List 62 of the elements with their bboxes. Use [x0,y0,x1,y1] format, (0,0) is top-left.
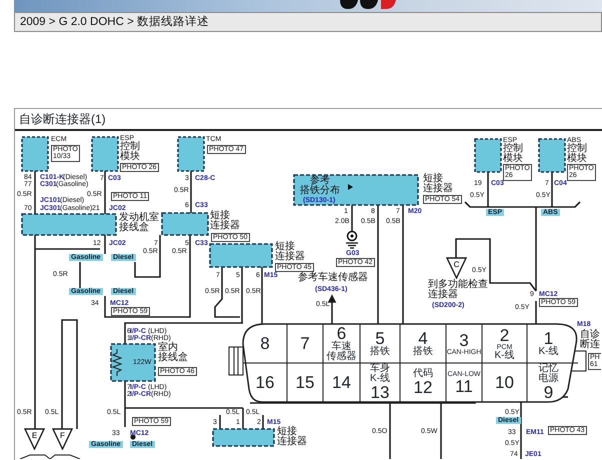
offpage-connector-symbol: E [24,428,45,450]
pin-number: 10 [495,374,514,391]
wire-line [190,171,192,213]
component-note: 参考 搭铁分布 [300,176,340,196]
wire-line [104,171,106,214]
pin-number: 1 [544,330,554,347]
module-box [91,136,119,172]
junction-box [212,428,275,447]
component-label: 室内 接线盒 [158,343,188,363]
logo-icon [338,0,398,9]
component-label: 发动机室 接线盒 [119,213,159,233]
component-label: 短接 连接器 [275,242,305,262]
splice-dot [130,434,136,440]
pin-label: K-线 [538,347,558,357]
pin-number: 8 [260,335,270,352]
pin-number: 13 [370,384,390,401]
pin-label: 记忆 电源 [538,364,558,384]
breadcrumb-text: 2009 > G 2.0 DOHC > 数据线路详述 [14,12,602,32]
junction-box [209,243,273,268]
offpage-connector-symbol: F [52,428,73,450]
junction-box [161,212,209,236]
pin-label: 代码 [413,369,433,379]
wire-line [34,171,36,214]
arrow-icon [348,184,353,190]
pin-label: 搭铁 [413,347,433,357]
component-label: 短接 连接器 [423,174,453,194]
pin-label: 车身 K-线 [370,364,390,384]
pin-number: 11 [455,378,473,394]
module-box [177,136,205,172]
pin-number: 6 [336,325,346,342]
pin-label: 搭铁 [370,347,390,357]
component-label: 自诊断连 [580,330,600,350]
module-box [474,138,502,173]
module-box [21,136,49,172]
component-label: 参考车速传感器 [298,273,368,283]
wire-line [79,262,81,288]
pin-number: 16 [256,374,274,391]
wire-line [261,267,263,325]
pin-number: 14 [332,374,351,391]
pin-label: 车速 传感器 [326,342,356,362]
arrow-icon [328,294,336,303]
pin-number: 5 [375,330,385,347]
pin-number: 7 [300,335,310,352]
panel-title: 自诊断连接器(1) [15,109,602,131]
component-label: 短接 连接器 [210,211,240,231]
offpage-connector-symbol: C [446,257,467,279]
component-label: 到多功能检查 连接器 [428,280,488,300]
wire-line [351,205,353,231]
pin-number: 12 [414,379,432,396]
pin-number: 3 [459,332,469,348]
module-box [538,138,566,173]
pin-number: 9 [544,384,554,401]
junction-box [110,343,156,382]
wire-line [262,415,264,429]
wire-line [219,415,221,429]
ground-icon [345,230,359,249]
pin-number: 15 [296,374,314,391]
pin-number: 2 [500,326,510,344]
wire-line [20,454,80,459]
pin-number: 4 [418,330,428,347]
component-label: 短接 连接器 [277,427,307,447]
resistor-icon [112,348,122,376]
